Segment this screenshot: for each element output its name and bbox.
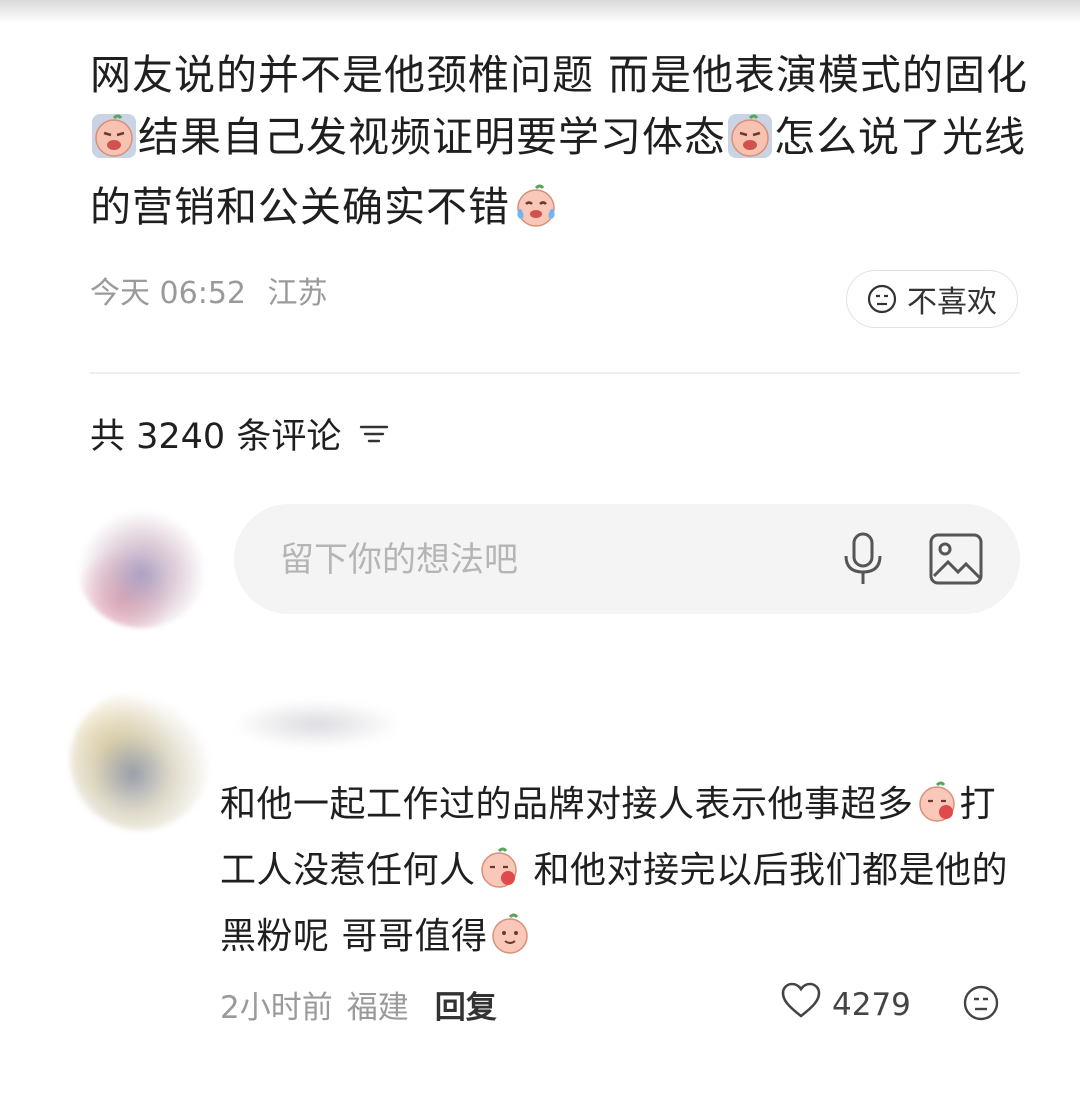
divider [90,372,1020,374]
my-avatar [78,508,206,628]
comment-text-segment: 和他一起工作过的品牌对接人表示他事超多 [220,784,914,825]
comment-meta: 2小时前 福建 回复 [220,982,497,1027]
sort-icon[interactable] [359,421,389,447]
comment-text: 和他一起工作过的品牌对接人表示他事超多 打工人没惹任何人 和他对接完以后我们都是他… [220,776,1020,974]
top-strip [0,0,1080,22]
tears-peach-icon [511,183,561,246]
reply-button[interactable]: 回复 [435,982,497,1027]
comment-input[interactable] [278,532,802,588]
post-location: 江苏 [267,276,328,311]
comment-time: 2小时前 [220,990,333,1026]
post-time: 今天 06:52 [90,276,246,311]
post-text-segment: 结果自己发视频证明要学习体态 [138,113,726,161]
comment-location: 福建 [346,990,409,1026]
crying-peach-icon [91,113,137,176]
post-text-segment: 网友说的并不是他颈椎问题 而是他表演模式的固化 [90,51,1029,99]
neutral-face-icon [867,284,897,314]
heart-icon [780,982,822,1028]
commenter-name[interactable] [232,700,402,748]
comment-count-header: 共 3240 条评论 [90,408,389,459]
peach-smile-icon [488,912,532,974]
image-icon[interactable] [928,532,984,590]
post-text: 网友说的并不是他颈椎问题 而是他表演模式的固化结果自己发视频证明要学习体态 怎么说… [90,44,1030,246]
dislike-button[interactable]: 不喜欢 [846,270,1018,328]
comment-input-bar[interactable] [234,504,1020,614]
peach-shy-icon [477,846,521,908]
comment-count-label: 共 3240 条评论 [90,417,342,457]
dislike-label: 不喜欢 [907,285,997,320]
like-button[interactable]: 4279 [780,982,911,1028]
post-meta: 今天 06:52 江苏 [90,268,328,312]
comment-page: 网友说的并不是他颈椎问题 而是他表演模式的固化结果自己发视频证明要学习体态 怎么说… [0,0,1080,1119]
commenter-avatar[interactable] [70,690,210,830]
comment-dislike-icon[interactable] [962,984,1000,1026]
mic-icon[interactable] [838,530,888,592]
crying-peach-icon [727,113,773,176]
like-count: 4279 [832,987,911,1023]
peach-shy-icon [915,780,959,842]
